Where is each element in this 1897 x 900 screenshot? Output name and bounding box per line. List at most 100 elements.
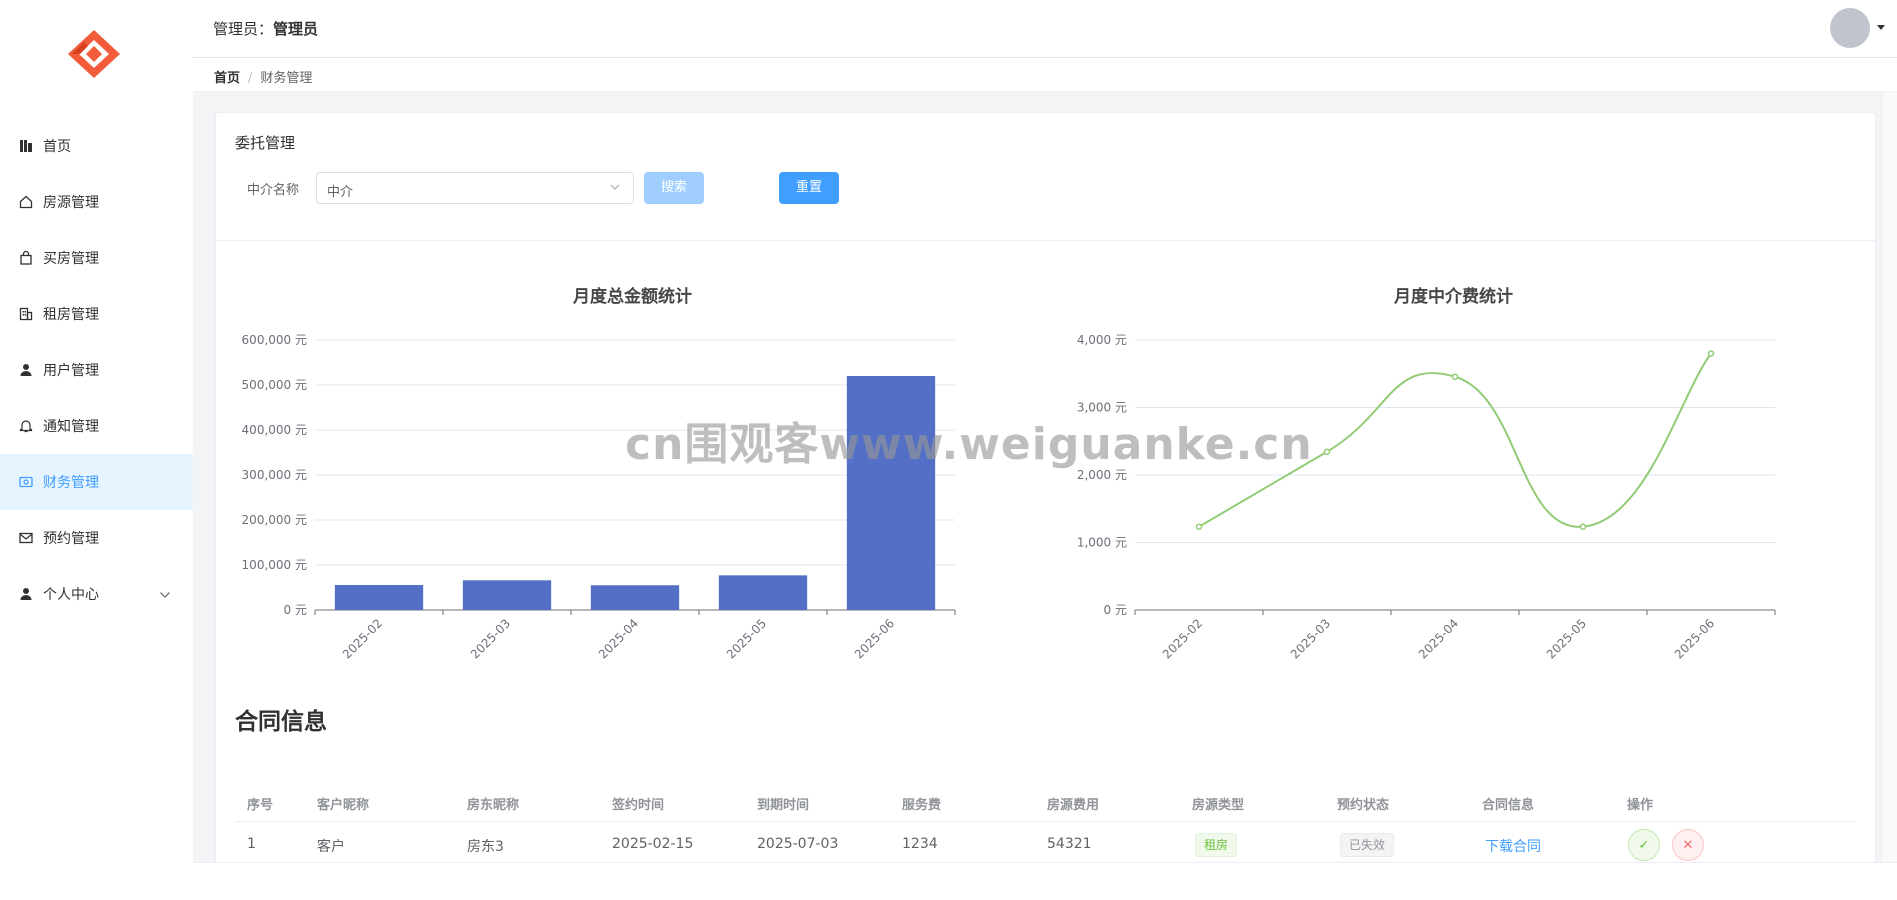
y-tick-label: 500,000 元 — [242, 378, 307, 392]
column-header: 客户昵称 — [317, 798, 370, 813]
breadcrumb-bar: 首页 / 财务管理 — [193, 58, 1897, 92]
sidebar-item-profile[interactable]: 个人中心 — [0, 566, 193, 622]
y-tick-label: 100,000 元 — [242, 558, 307, 572]
check-icon: ✓ — [1638, 837, 1650, 853]
watermark: cn围观客www.weiguanke.cn — [625, 419, 1313, 470]
reset-button[interactable]: 重置 — [779, 172, 839, 204]
x-tick-label: 2025-03 — [1288, 616, 1333, 661]
chevron-down-icon — [609, 181, 621, 197]
close-icon: ✕ — [1682, 837, 1694, 853]
download-contract-link[interactable]: 下载合同 — [1485, 836, 1541, 856]
house-type-tag: 租房 — [1195, 833, 1238, 857]
sidebar-item-label: 财务管理 — [43, 475, 99, 491]
bar-chart: 0 元 100,000 元 200,000 元 300,000 元 400,000 元 5… — [242, 333, 956, 662]
column-header: 操作 — [1627, 798, 1654, 813]
caret-down-icon[interactable] — [1877, 25, 1885, 30]
reject-button[interactable]: ✕ — [1672, 829, 1704, 861]
sidebar-item-home[interactable]: 首页 — [0, 118, 193, 174]
x-tick-label: 2025-05 — [724, 616, 769, 661]
data-point — [1579, 523, 1587, 530]
x-tick-label: 2025-05 — [1544, 616, 1589, 661]
column-header: 序号 — [247, 798, 274, 813]
user-icon — [18, 362, 34, 378]
x-tick-label: 2025-03 — [468, 616, 513, 661]
current-user-label: 管理员：管理员 — [213, 18, 318, 39]
sidebar-menu: 首页 房源管理 买房管理 租房管理 用户管理 通知管理 财务管理 预约管理 个人… — [0, 118, 193, 622]
status-badge: 已失效 — [1340, 833, 1395, 857]
search-button[interactable]: 搜索 — [644, 172, 704, 204]
breadcrumb-separator: / — [248, 71, 253, 86]
sidebar-item-label: 房源管理 — [43, 195, 99, 211]
role-name: 管理员 — [273, 20, 319, 38]
y-tick-label: 4,000 元 — [1077, 333, 1127, 347]
mail-icon — [18, 530, 34, 546]
y-tick-label: 400,000 元 — [242, 423, 307, 437]
sidebar-item-notifications[interactable]: 通知管理 — [0, 398, 193, 454]
top-header: 管理员：管理员 — [193, 0, 1897, 58]
shopping-bag-icon — [18, 250, 34, 266]
user-icon — [18, 586, 34, 602]
x-tick-label: 2025-06 — [852, 616, 897, 661]
data-point — [1195, 523, 1203, 530]
sidebar-item-rent[interactable]: 租房管理 — [0, 286, 193, 342]
cell-sign-date: 2025-02-15 — [612, 836, 694, 852]
x-tick-label: 2025-04 — [1416, 616, 1461, 661]
cell-landlord: 房东3 — [467, 839, 504, 855]
agent-select-value: 中介 — [327, 185, 354, 200]
agent-select[interactable]: 中介 — [316, 172, 634, 204]
sidebar-item-label: 买房管理 — [43, 251, 99, 267]
table-header: 序号 客户昵称 房东昵称 签约时间 到期时间 服务费 房源费用 房源类型 预约状… — [235, 784, 1856, 822]
sidebar-item-label: 首页 — [43, 139, 71, 155]
chevron-down-icon[interactable] — [159, 587, 171, 603]
card-title: 委托管理 — [235, 134, 296, 152]
data-point — [1323, 448, 1331, 455]
contracts-title: 合同信息 — [235, 709, 327, 735]
sidebar-item-label: 预约管理 — [43, 531, 99, 547]
avatar[interactable] — [1830, 8, 1870, 48]
cell-house-fee: 54321 — [1047, 836, 1092, 852]
app-logo — [62, 26, 126, 82]
column-header: 服务费 — [902, 798, 942, 813]
sidebar-item-label: 个人中心 — [43, 587, 99, 603]
sidebar-item-label: 通知管理 — [43, 419, 99, 435]
sidebar-item-label: 用户管理 — [43, 363, 99, 379]
agent-filter-label: 中介名称 — [247, 183, 300, 198]
breadcrumb-current: 财务管理 — [260, 71, 313, 86]
bell-icon — [18, 418, 34, 434]
y-tick-label: 0 元 — [1104, 603, 1127, 617]
filter-section: 委托管理 中介名称 中介 搜索 重置 — [216, 113, 1875, 241]
data-point — [1707, 350, 1715, 357]
page-scrollbar[interactable] — [1883, 92, 1897, 862]
role-label: 管理员： — [213, 20, 274, 38]
x-tick-label: 2025-02 — [1160, 616, 1205, 661]
column-header: 房源类型 — [1192, 798, 1245, 813]
x-tick-label: 2025-04 — [596, 616, 641, 661]
sidebar-item-users[interactable]: 用户管理 — [0, 342, 193, 398]
sidebar-item-buy[interactable]: 买房管理 — [0, 230, 193, 286]
bar — [462, 580, 552, 610]
y-tick-label: 0 元 — [284, 603, 307, 617]
x-tick-label: 2025-06 — [1672, 616, 1717, 661]
home-icon — [18, 194, 34, 210]
app-root: 首页 房源管理 买房管理 租房管理 用户管理 通知管理 财务管理 预约管理 个人… — [0, 0, 1897, 900]
dashboard-icon — [18, 138, 34, 154]
column-header: 房东昵称 — [467, 798, 520, 813]
sidebar-item-listings[interactable]: 房源管理 — [0, 174, 193, 230]
y-tick-label: 300,000 元 — [242, 468, 307, 482]
line-chart: 0 元1,000 元2,000 元3,000 元4,000 元2025-02 20… — [1077, 333, 1776, 662]
line-chart-title: 月度中介费统计 — [1394, 287, 1513, 307]
breadcrumb-home[interactable]: 首页 — [214, 71, 240, 86]
sidebar-item-finance[interactable]: 财务管理 — [0, 454, 193, 510]
column-header: 合同信息 — [1482, 798, 1535, 813]
approve-button[interactable]: ✓ — [1628, 829, 1660, 861]
sidebar-item-appointments[interactable]: 预约管理 — [0, 510, 193, 566]
cell-customer: 客户 — [317, 839, 345, 855]
bar — [334, 585, 424, 610]
data-point — [1451, 373, 1459, 380]
cell-service-fee: 1234 — [902, 836, 938, 852]
x-tick-label: 2025-02 — [340, 616, 385, 661]
cell-index: 1 — [247, 836, 256, 852]
wallet-icon — [18, 474, 34, 490]
column-header: 房源费用 — [1047, 798, 1100, 813]
bar — [718, 575, 808, 610]
